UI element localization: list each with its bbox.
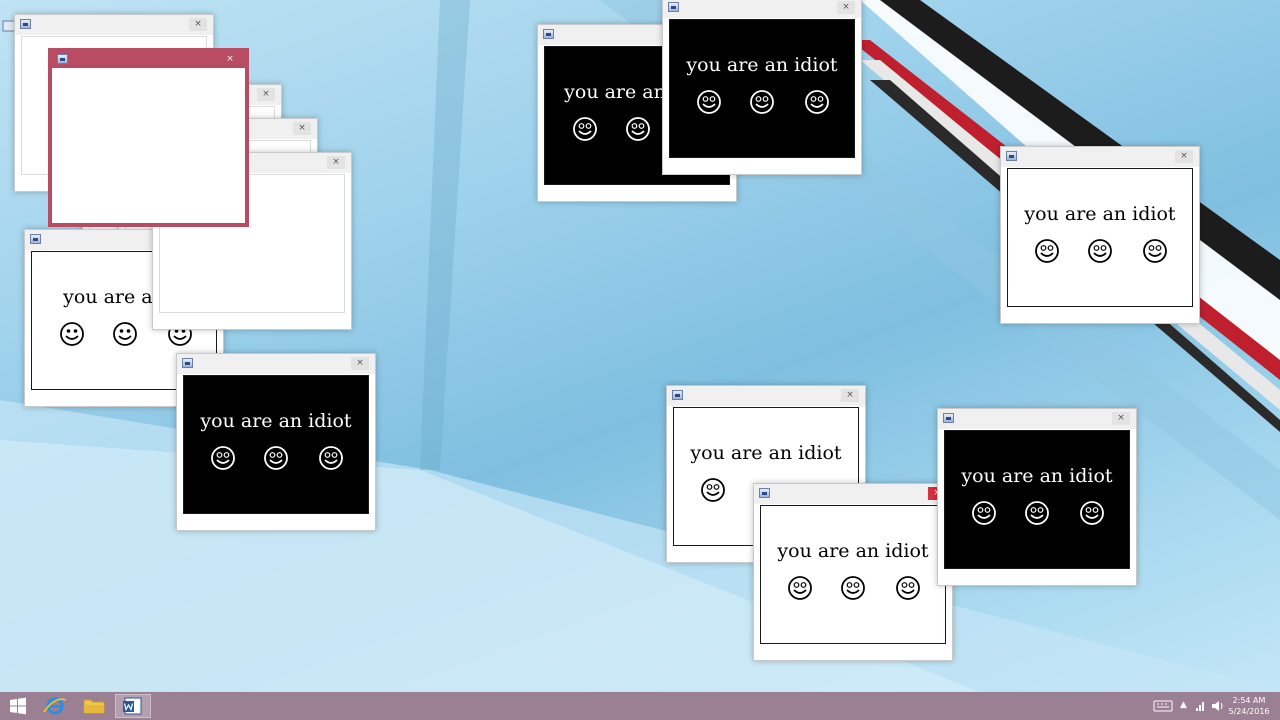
close-button[interactable]: × (221, 53, 239, 66)
document-app-icon (30, 234, 41, 244)
title-bar[interactable] (663, 0, 861, 18)
document-app-icon (1006, 151, 1017, 161)
network-tray-icon[interactable] (1194, 692, 1208, 720)
window-content: you are an idiot (183, 375, 369, 514)
show-hidden-icons-chevron[interactable]: ▲ (1180, 700, 1187, 720)
close-button[interactable]: × (351, 357, 369, 370)
message-text: you are an idiot (1024, 203, 1176, 225)
close-button[interactable]: × (327, 156, 345, 169)
title-bar[interactable] (177, 354, 375, 374)
smiley-face-icon (896, 576, 920, 600)
window-content: you are an idiot (669, 19, 855, 158)
title-bar[interactable] (15, 15, 213, 35)
smiley-face-icon (841, 576, 865, 600)
taskbar-word[interactable] (115, 694, 151, 718)
document-app-icon (57, 54, 68, 64)
internet-explorer-icon (43, 697, 67, 715)
title-bar[interactable] (938, 409, 1136, 429)
taskbar-internet-explorer[interactable] (37, 694, 73, 718)
keyboard-tray-icon[interactable] (1152, 692, 1174, 720)
taskbar: ▲ 2:54 AM 5/24/2016 (0, 692, 1280, 720)
active-popup-window[interactable]: × (48, 48, 249, 227)
clock-date: 5/24/2016 (1228, 707, 1270, 716)
document-app-icon (759, 488, 770, 498)
popup-window[interactable]: × you are an idiot (753, 483, 953, 661)
system-clock[interactable]: 2:54 AM 5/24/2016 (1224, 695, 1274, 717)
smiley-face-icon (319, 446, 343, 470)
document-app-icon (20, 19, 31, 29)
file-explorer-icon (83, 699, 105, 714)
window-content: you are an idiot (760, 505, 946, 644)
smiley-face-icon (1143, 239, 1167, 263)
close-button[interactable]: × (189, 18, 207, 31)
smiley-row (670, 89, 854, 115)
smiley-face-icon (750, 90, 774, 114)
network-icon (1196, 702, 1204, 711)
smiley-face-icon (788, 576, 812, 600)
smiley-face-icon (1025, 501, 1049, 525)
popup-window[interactable]: × you are an idiot (937, 408, 1137, 586)
message-text: you are an idiot (777, 540, 929, 562)
title-bar[interactable] (754, 484, 952, 504)
window-content: you are an idiot (944, 430, 1130, 569)
message-text: you are an idiot (686, 54, 838, 76)
smiley-face-icon (972, 501, 996, 525)
smiley-row (1008, 238, 1192, 264)
smiley-face-icon (805, 90, 829, 114)
smiley-face-icon (1080, 501, 1104, 525)
smiley-face-icon (264, 446, 288, 470)
title-bar[interactable] (52, 52, 245, 68)
start-button[interactable] (0, 694, 36, 718)
smiley-face-icon (1088, 239, 1112, 263)
close-button[interactable]: × (293, 122, 311, 135)
smiley-face-icon (1035, 239, 1059, 263)
smiley-face-icon (573, 117, 597, 141)
window-content (52, 68, 245, 223)
message-text: you are an idiot (200, 410, 352, 432)
smiley-face-icon (697, 90, 721, 114)
window-content: you are an idiot (1007, 168, 1193, 307)
smiley-row (945, 500, 1129, 526)
document-app-icon (182, 358, 193, 368)
smiley-face-icon (211, 446, 235, 470)
document-app-icon (543, 29, 554, 39)
close-button[interactable]: × (1112, 412, 1130, 425)
smiley-face-icon (60, 322, 84, 346)
message-text: you are an idiot (961, 465, 1113, 487)
popup-window[interactable]: × you are an idiot (662, 0, 862, 175)
keyboard-icon (1153, 700, 1173, 712)
close-button[interactable]: × (257, 88, 275, 101)
close-button[interactable]: × (841, 389, 859, 402)
smiley-row (184, 445, 368, 471)
title-bar[interactable] (1001, 147, 1199, 167)
document-app-icon (668, 2, 679, 12)
smiley-face-icon (701, 478, 725, 502)
document-app-icon (943, 413, 954, 423)
popup-window[interactable]: × you are an idiot (1000, 146, 1200, 324)
smiley-face-icon (626, 117, 650, 141)
title-bar[interactable] (667, 386, 865, 406)
word-icon (123, 697, 142, 715)
document-app-icon (672, 390, 683, 400)
clock-time: 2:54 AM (1232, 696, 1266, 705)
close-button[interactable]: × (1175, 150, 1193, 163)
smiley-row (761, 575, 945, 601)
message-text: you are an idiot (690, 442, 842, 464)
close-button[interactable]: × (837, 1, 855, 14)
smiley-face-icon (113, 322, 137, 346)
popup-window[interactable]: × you are an idiot (176, 353, 376, 531)
taskbar-file-explorer[interactable] (76, 694, 112, 718)
windows-start-icon (10, 697, 26, 715)
